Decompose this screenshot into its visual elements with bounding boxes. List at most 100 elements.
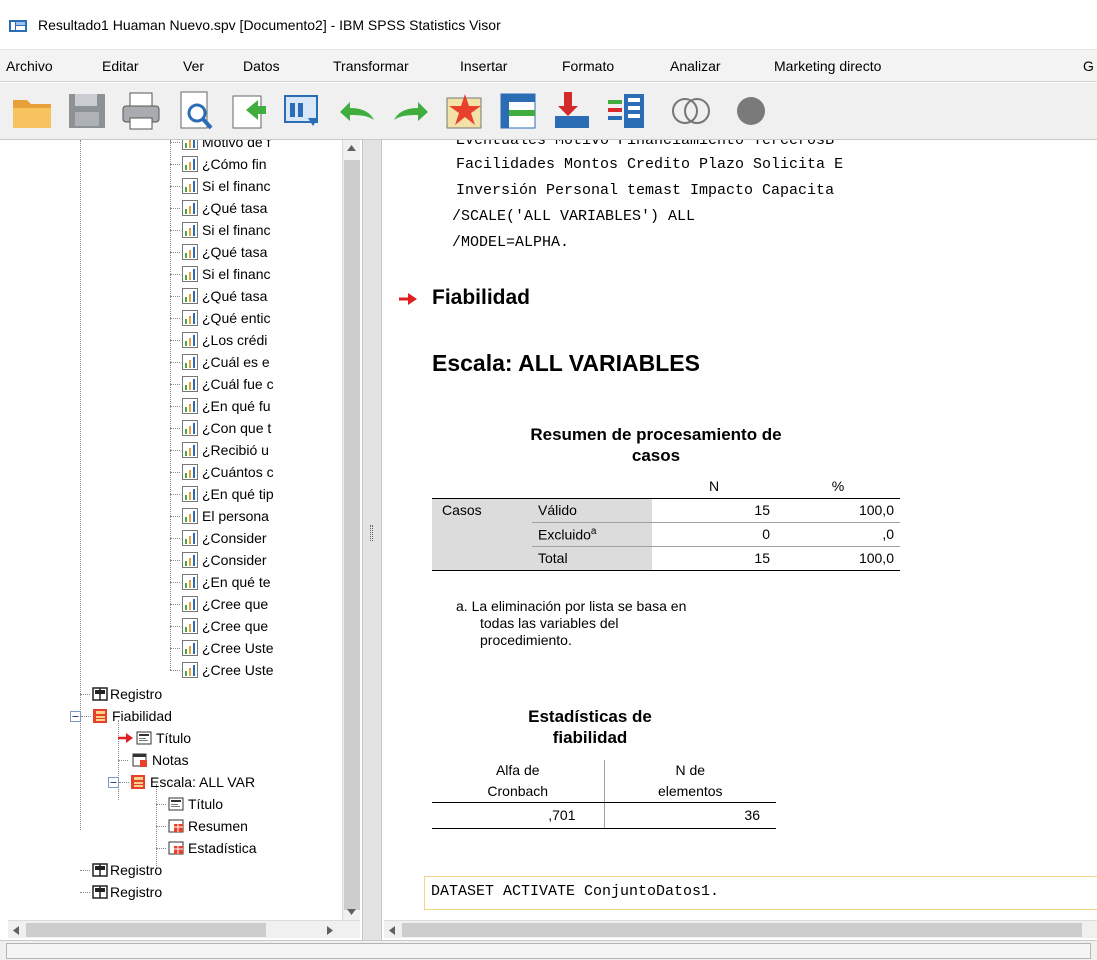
table-title-resumen: Resumen de procesamiento de casos (530, 425, 782, 465)
tree-item[interactable]: ¿En qué fu (170, 395, 350, 417)
redo-icon[interactable] (388, 88, 434, 134)
tree-item[interactable]: ¿Recibió u (170, 439, 350, 461)
tree-item[interactable]: ¿Cómo fin (170, 153, 350, 175)
tree-item[interactable]: ¿En qué te (170, 571, 350, 593)
tree-item[interactable]: ¿Cree que (170, 593, 350, 615)
tree-item-estadisticas[interactable]: Estadística (156, 837, 350, 859)
menu-graficos[interactable]: G (1083, 58, 1094, 74)
current-output-arrow-icon (399, 293, 417, 305)
chart-icon (182, 140, 198, 150)
tree-item-titulo[interactable]: Título (118, 727, 350, 749)
current-item-arrow-icon (118, 733, 133, 743)
scroll-up-icon[interactable] (346, 144, 357, 152)
tree-item-registro[interactable]: Registro (80, 683, 350, 705)
menu-marketing-directo[interactable]: Marketing directo (774, 58, 881, 74)
tree-item-resumen[interactable]: Resumen (156, 815, 350, 837)
menu-insertar[interactable]: Insertar (460, 58, 507, 74)
status-panel (6, 943, 1091, 959)
heading-escala: Escala: ALL VARIABLES (432, 350, 700, 376)
menu-editar[interactable]: Editar (102, 58, 139, 74)
print-icon[interactable] (118, 88, 164, 134)
menu-datos[interactable]: Datos (243, 58, 280, 74)
chart-icon (182, 310, 198, 326)
show-all-variables-icon[interactable] (728, 88, 774, 134)
tree-item[interactable]: ¿Los crédi (170, 329, 350, 351)
tree-item[interactable]: ¿Consider (170, 549, 350, 571)
tree-hscroll-thumb[interactable] (26, 923, 266, 937)
menu-analizar[interactable]: Analizar (670, 58, 721, 74)
book-icon (131, 775, 145, 789)
tree-item[interactable]: ¿Consider (170, 527, 350, 549)
tree-item[interactable]: Si el financ (170, 219, 350, 241)
tree-item-notas[interactable]: Notas (118, 749, 350, 771)
heading-fiabilidad: Fiabilidad (432, 286, 531, 309)
variables-icon[interactable] (604, 88, 650, 134)
pane-splitter[interactable] (362, 140, 382, 940)
chart-icon (182, 244, 198, 260)
tree-item[interactable]: ¿Cree Uste (170, 637, 350, 659)
chart-icon (182, 420, 198, 436)
table-footnote: a. La eliminación por lista se basa en t… (456, 598, 687, 648)
recall-dialog-icon[interactable] (280, 88, 326, 134)
goto-data-icon[interactable] (442, 88, 488, 134)
goto-case-icon[interactable] (496, 88, 542, 134)
use-sets-icon[interactable] (668, 88, 714, 134)
tree-item-titulo-escala[interactable]: Título (156, 793, 350, 815)
chart-icon (182, 178, 198, 194)
tree-item[interactable]: ¿Qué tasa (170, 241, 350, 263)
chart-icon (182, 596, 198, 612)
collapse-icon[interactable] (108, 777, 119, 788)
scroll-down-icon[interactable] (346, 908, 357, 916)
tree-item[interactable]: Si el financ (170, 175, 350, 197)
tree-item[interactable]: ¿Cree que (170, 615, 350, 637)
tree-vertical-scrollbar[interactable] (342, 140, 360, 920)
tree-item-registro[interactable]: Registro (80, 859, 350, 881)
collapse-icon[interactable] (70, 711, 81, 722)
tree-horizontal-scrollbar[interactable] (8, 920, 360, 938)
tree-item[interactable]: ¿Qué tasa (170, 285, 350, 307)
table-estadisticas-fiabilidad: Alfa de N de Cronbach elementos ,701 36 (432, 760, 776, 829)
status-bar (0, 940, 1097, 960)
chart-icon (182, 332, 198, 348)
tree-item[interactable]: ¿Qué entic (170, 307, 350, 329)
pivot-table-icon (168, 819, 184, 833)
save-icon[interactable] (64, 88, 110, 134)
tree-item[interactable]: ¿Qué tasa (170, 197, 350, 219)
undo-icon[interactable] (334, 88, 380, 134)
tree-item[interactable]: Si el financ (170, 263, 350, 285)
tree-item[interactable]: El persona (170, 505, 350, 527)
tree-item-registro[interactable]: Registro (80, 881, 350, 903)
export-icon[interactable] (226, 88, 272, 134)
chart-icon (182, 442, 198, 458)
menu-ver[interactable]: Ver (183, 58, 204, 74)
tree-item[interactable]: ¿Cuántos c (170, 461, 350, 483)
scroll-left-icon[interactable] (12, 925, 20, 936)
book-icon (93, 709, 107, 723)
chart-icon (182, 200, 198, 216)
menu-formato[interactable]: Formato (562, 58, 614, 74)
tree-item[interactable]: ¿Con que t (170, 417, 350, 439)
output-horizontal-scrollbar[interactable] (384, 920, 1097, 938)
chart-icon (182, 508, 198, 524)
scroll-right-icon[interactable] (326, 925, 334, 936)
tree-item[interactable]: ¿En qué tip (170, 483, 350, 505)
window-title: Resultado1 Huaman Nuevo.spv [Documento2]… (38, 17, 501, 33)
tree-item[interactable]: ¿Cuál fue c (170, 373, 350, 395)
menu-archivo[interactable]: Archivo (6, 58, 53, 74)
goto-variable-icon[interactable] (550, 88, 596, 134)
output-hscroll-thumb[interactable] (402, 923, 1082, 937)
tree-item-escala[interactable]: Escala: ALL VAR (108, 771, 350, 793)
syntax-line: /MODEL=ALPHA. (452, 234, 570, 251)
chart-icon (182, 552, 198, 568)
tree-item[interactable]: Motivo de f (170, 140, 350, 153)
dataset-activate-block[interactable]: DATASET ACTIVATE ConjuntoDatos1. (424, 876, 1097, 910)
tree-scroll-thumb[interactable] (344, 160, 360, 910)
scroll-left-icon[interactable] (388, 925, 396, 936)
tree-item[interactable]: ¿Cuál es e (170, 351, 350, 373)
tree-item[interactable]: ¿Cree Uste (170, 659, 350, 681)
log-icon (92, 687, 108, 701)
menu-transformar[interactable]: Transformar (333, 58, 409, 74)
open-folder-icon[interactable] (10, 88, 56, 134)
tree-item-fiabilidad[interactable]: Fiabilidad (70, 705, 350, 727)
print-preview-icon[interactable] (172, 88, 218, 134)
